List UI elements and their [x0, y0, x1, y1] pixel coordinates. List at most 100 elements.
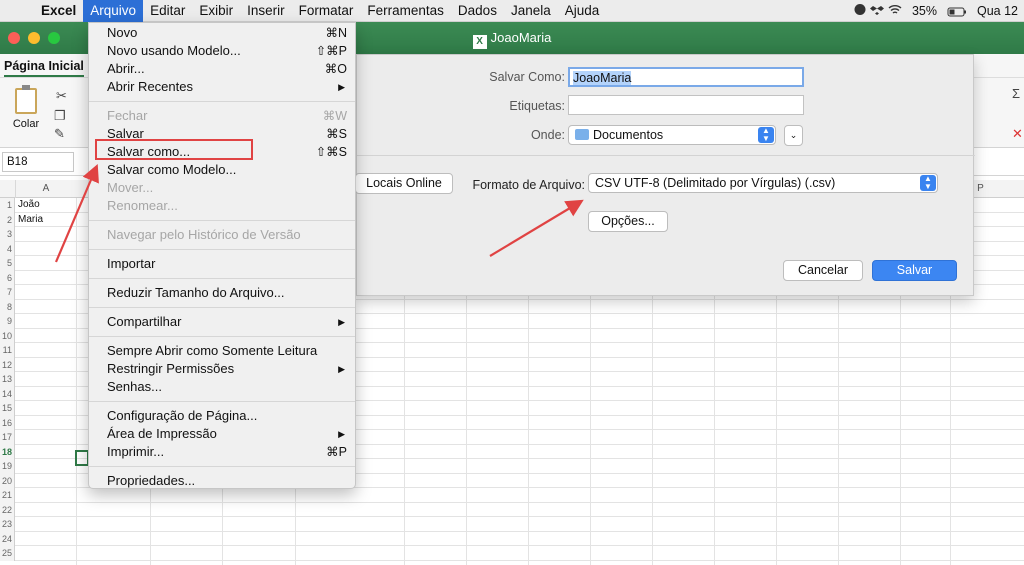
row-number[interactable]: 12 [0, 357, 15, 372]
row-number[interactable]: 7 [0, 285, 15, 300]
menu-item-fechar[interactable]: Fechar ⌘W [89, 107, 355, 125]
row-number[interactable]: 19 [0, 459, 15, 474]
grid-row[interactable]: 24 [0, 531, 1024, 546]
row-number[interactable]: 20 [0, 473, 15, 488]
cell-a2[interactable]: Maria [18, 213, 43, 227]
menu-item-novo[interactable]: Novo ⌘N [89, 24, 355, 42]
menu-janela[interactable]: Janela [504, 0, 558, 22]
menu-excel[interactable]: Excel [34, 0, 83, 22]
menu-ajuda[interactable]: Ajuda [558, 0, 607, 22]
row-number[interactable]: 3 [0, 227, 15, 242]
file-format-value: CSV UTF-8 (Delimitado por Vírgulas) (.cs… [595, 176, 836, 190]
menu-item-config-pagina[interactable]: Configuração de Página... [89, 407, 355, 425]
column-header-a[interactable]: A [15, 180, 76, 198]
online-locations-button[interactable]: Locais Online [355, 173, 453, 194]
grid-row[interactable]: 22 [0, 502, 1024, 517]
menu-item-reduzir[interactable]: Reduzir Tamanho do Arquivo... [89, 284, 355, 302]
row-number[interactable]: 14 [0, 386, 15, 401]
row-number[interactable]: 23 [0, 517, 15, 532]
menu-item-somente-leitura[interactable]: Sempre Abrir como Somente Leitura [89, 342, 355, 360]
menu-exibir[interactable]: Exibir [192, 0, 240, 22]
row-number[interactable]: 4 [0, 241, 15, 256]
menu-item-label: Fechar [107, 108, 148, 123]
copy-icon[interactable]: ❐ [54, 108, 66, 124]
menu-item-compartilhar[interactable]: Compartilhar ▶ [89, 313, 355, 331]
menu-item-historico[interactable]: Navegar pelo Histórico de Versão [89, 226, 355, 244]
menu-item-salvar[interactable]: Salvar ⌘S [89, 125, 355, 143]
selected-cell[interactable] [75, 450, 89, 466]
row-number[interactable]: 16 [0, 415, 15, 430]
grid-row[interactable]: 25 [0, 546, 1024, 561]
menu-item-novo-modelo[interactable]: Novo usando Modelo... ⇧⌘P [89, 42, 355, 60]
menu-item-mover[interactable]: Mover... [89, 179, 355, 197]
options-button[interactable]: Opções... [588, 211, 668, 232]
menu-item-label: Mover... [107, 180, 154, 195]
paste-button[interactable]: Colar [8, 85, 44, 130]
menu-item-renomear[interactable]: Renomear... [89, 197, 355, 215]
menu-item-senhas[interactable]: Senhas... [89, 378, 355, 396]
clear-icon[interactable]: ✕ [1012, 126, 1023, 142]
menu-item-abrir[interactable]: Abrir... ⌘O [89, 60, 355, 78]
menu-item-label: Compartilhar [107, 314, 182, 329]
row-number[interactable]: 18 [0, 444, 15, 459]
tab-pagina-inicial[interactable]: Página Inicial [4, 59, 84, 77]
row-number[interactable]: 6 [0, 270, 15, 285]
menu-item-restringir[interactable]: Restringir Permissões ▶ [89, 360, 355, 378]
folder-icon [575, 129, 589, 140]
menu-dados[interactable]: Dados [451, 0, 504, 22]
menu-arquivo[interactable]: Arquivo [83, 0, 144, 22]
menu-item-label: Área de Impressão [107, 426, 217, 441]
menu-item-salvar-como[interactable]: Salvar como... ⇧⌘S [89, 143, 355, 161]
row-number[interactable]: 13 [0, 372, 15, 387]
row-number[interactable]: 21 [0, 488, 15, 503]
menu-item-label: Senhas... [107, 379, 162, 394]
expand-dialog-button[interactable]: ⌄ [784, 125, 803, 146]
excel-file-icon: X [472, 35, 487, 49]
save-as-input[interactable]: JoaoMaria [568, 67, 804, 87]
clock[interactable]: Qua 12 [977, 4, 1018, 18]
grid-row[interactable]: 23 [0, 517, 1024, 532]
cut-icon[interactable]: ✂ [56, 88, 67, 104]
battery-icon[interactable] [947, 5, 967, 18]
cell-a1[interactable]: João [18, 198, 40, 212]
menu-editar[interactable]: Editar [143, 0, 192, 22]
clipboard-icon [15, 85, 37, 114]
evernote-icon[interactable] [853, 3, 867, 16]
dropbox-icon[interactable] [870, 3, 885, 16]
save-button[interactable]: Salvar [872, 260, 957, 281]
file-format-select[interactable]: CSV UTF-8 (Delimitado por Vírgulas) (.cs… [588, 173, 938, 193]
menu-item-propriedades[interactable]: Propriedades... [89, 472, 355, 490]
autosum-icon[interactable]: Σ [1012, 86, 1020, 101]
grid-row[interactable]: 21 [0, 488, 1024, 503]
format-painter-icon[interactable]: ✎ [54, 126, 65, 142]
tags-input[interactable] [568, 95, 804, 115]
row-number[interactable]: 5 [0, 256, 15, 271]
menu-item-importar[interactable]: Importar [89, 255, 355, 273]
tags-label: Etiquetas: [509, 99, 565, 113]
row-number[interactable]: 1 [0, 198, 15, 213]
row-number[interactable]: 24 [0, 531, 15, 546]
row-number[interactable]: 15 [0, 401, 15, 416]
menu-item-area-impressao[interactable]: Área de Impressão ▶ [89, 425, 355, 443]
menu-formatar[interactable]: Formatar [292, 0, 361, 22]
row-number[interactable]: 11 [0, 343, 15, 358]
row-number[interactable]: 22 [0, 502, 15, 517]
menu-inserir[interactable]: Inserir [240, 0, 292, 22]
row-number[interactable]: 2 [0, 212, 15, 227]
row-number[interactable]: 9 [0, 314, 15, 329]
menu-item-imprimir[interactable]: Imprimir... ⌘P [89, 443, 355, 461]
where-label: Onde: [530, 128, 565, 142]
menu-item-salvar-modelo[interactable]: Salvar como Modelo... [89, 161, 355, 179]
wifi-icon[interactable] [888, 3, 902, 16]
row-number[interactable]: 10 [0, 328, 15, 343]
menu-ferramentas[interactable]: Ferramentas [360, 0, 451, 22]
battery-percent[interactable]: 35% [912, 4, 937, 18]
name-box[interactable]: B18 [2, 152, 74, 172]
row-number[interactable]: 17 [0, 430, 15, 445]
menu-item-abrir-recentes[interactable]: Abrir Recentes ▶ [89, 78, 355, 96]
cancel-button[interactable]: Cancelar [783, 260, 863, 281]
row-number[interactable]: 25 [0, 546, 15, 561]
where-select[interactable]: Documentos ▲ ▼ [568, 125, 776, 145]
row-number[interactable]: 8 [0, 299, 15, 314]
status-icons[interactable] [853, 3, 902, 19]
